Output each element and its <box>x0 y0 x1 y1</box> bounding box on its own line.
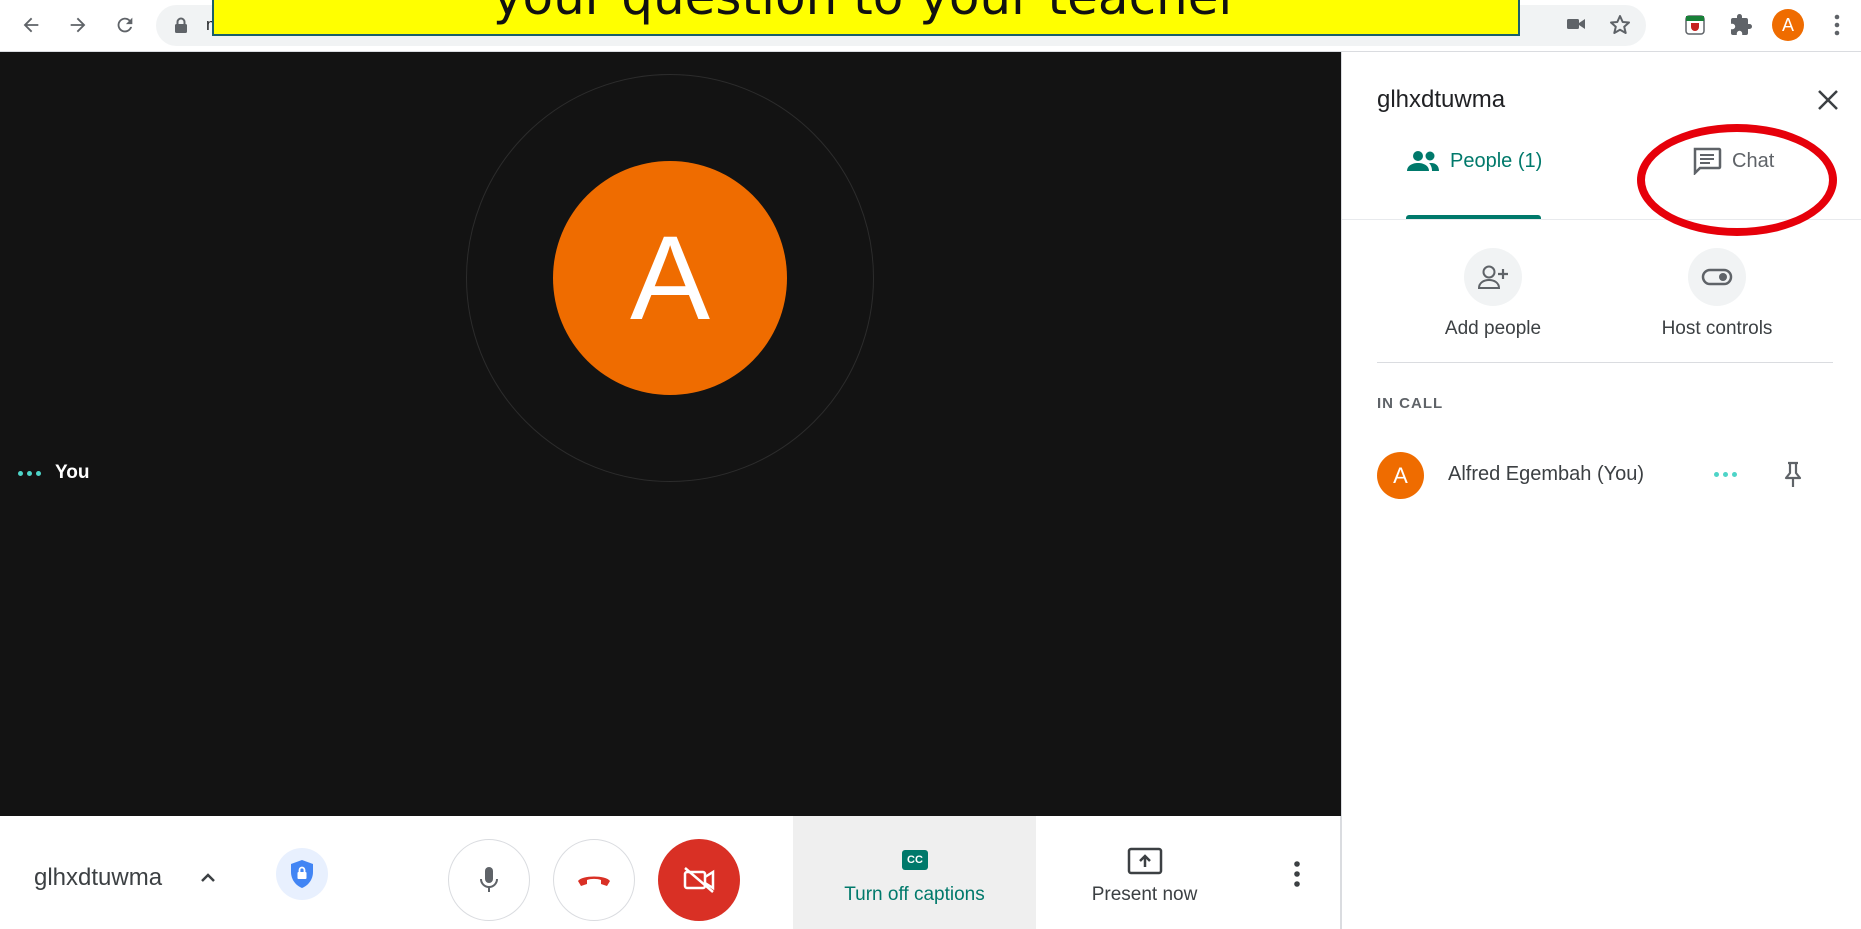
captions-label: Turn off captions <box>844 884 985 905</box>
section-divider <box>1377 362 1833 363</box>
audio-level-icon <box>18 470 41 476</box>
host-controls-button[interactable]: Host controls <box>1617 248 1817 340</box>
microphone-button[interactable] <box>448 839 530 921</box>
people-icon <box>1407 151 1439 171</box>
star-icon[interactable] <box>1608 13 1632 37</box>
toggle-icon <box>1701 268 1733 286</box>
video-stage: A You <box>0 52 1341 816</box>
instruction-banner: your question to your teacher <box>212 0 1520 36</box>
participant-avatar-large: A <box>553 161 787 395</box>
add-people-label: Add people <box>1444 318 1542 339</box>
present-screen-icon <box>1127 847 1163 875</box>
add-people-button[interactable]: Add people <box>1393 248 1593 340</box>
host-controls-label: Host controls <box>1661 318 1773 339</box>
close-icon <box>1818 90 1838 110</box>
extension-shield-icon[interactable] <box>1680 10 1710 40</box>
leave-call-button[interactable] <box>553 839 635 921</box>
camera-toggle-button[interactable] <box>658 839 740 921</box>
pin-button[interactable] <box>1779 460 1807 490</box>
present-label: Present now <box>1091 884 1198 905</box>
browser-menu-icon[interactable] <box>1822 10 1852 40</box>
chevron-up-icon[interactable] <box>196 866 220 890</box>
hang-up-icon <box>578 876 610 886</box>
arrow-right-icon <box>70 17 86 33</box>
panel-title: glhxdtuwma <box>1377 86 1506 113</box>
add-person-icon <box>1477 265 1508 289</box>
arrow-left-icon <box>23 17 39 33</box>
more-options-icon[interactable] <box>1282 856 1312 892</box>
security-button[interactable] <box>276 848 328 900</box>
meeting-controls-bar: glhxdtuwma CC Turn off captions Present … <box>0 816 1341 929</box>
present-now-button[interactable]: Present now <box>1036 816 1253 929</box>
tab-people[interactable]: People (1) <box>1406 136 1542 186</box>
back-button[interactable] <box>14 8 48 42</box>
pin-icon <box>1784 461 1802 487</box>
details-panel: glhxdtuwma People (1) Chat Add people Ho… <box>1341 52 1861 929</box>
meeting-code[interactable]: glhxdtuwma <box>34 864 162 892</box>
self-tile-label: You <box>18 462 89 484</box>
shield-lock-icon <box>291 860 313 888</box>
captions-button[interactable]: CC Turn off captions <box>793 816 1036 929</box>
microphone-icon <box>480 867 498 892</box>
camera-off-icon <box>683 867 715 893</box>
participant-avatar: A <box>1377 452 1424 499</box>
in-call-heading: IN CALL <box>1377 395 1444 412</box>
forward-button[interactable] <box>61 8 95 42</box>
close-panel-button[interactable] <box>1812 84 1844 116</box>
puzzle-extensions-icon[interactable] <box>1726 10 1756 40</box>
camera-icon[interactable] <box>1566 16 1586 32</box>
self-name: You <box>55 462 90 483</box>
participant-row[interactable]: A Alfred Egembah (You) <box>1377 450 1837 500</box>
audio-level-icon <box>1714 472 1737 477</box>
tab-people-label: People (1) <box>1450 149 1543 172</box>
instruction-text: your question to your teacher <box>214 0 1518 26</box>
profile-avatar[interactable]: A <box>1772 9 1804 41</box>
lock-icon <box>175 17 187 33</box>
participant-name: Alfred Egembah (You) <box>1448 463 1645 485</box>
reload-button[interactable] <box>108 8 142 42</box>
annotation-circle <box>1637 124 1837 236</box>
reload-icon <box>117 17 133 33</box>
closed-captions-icon: CC <box>902 850 928 870</box>
